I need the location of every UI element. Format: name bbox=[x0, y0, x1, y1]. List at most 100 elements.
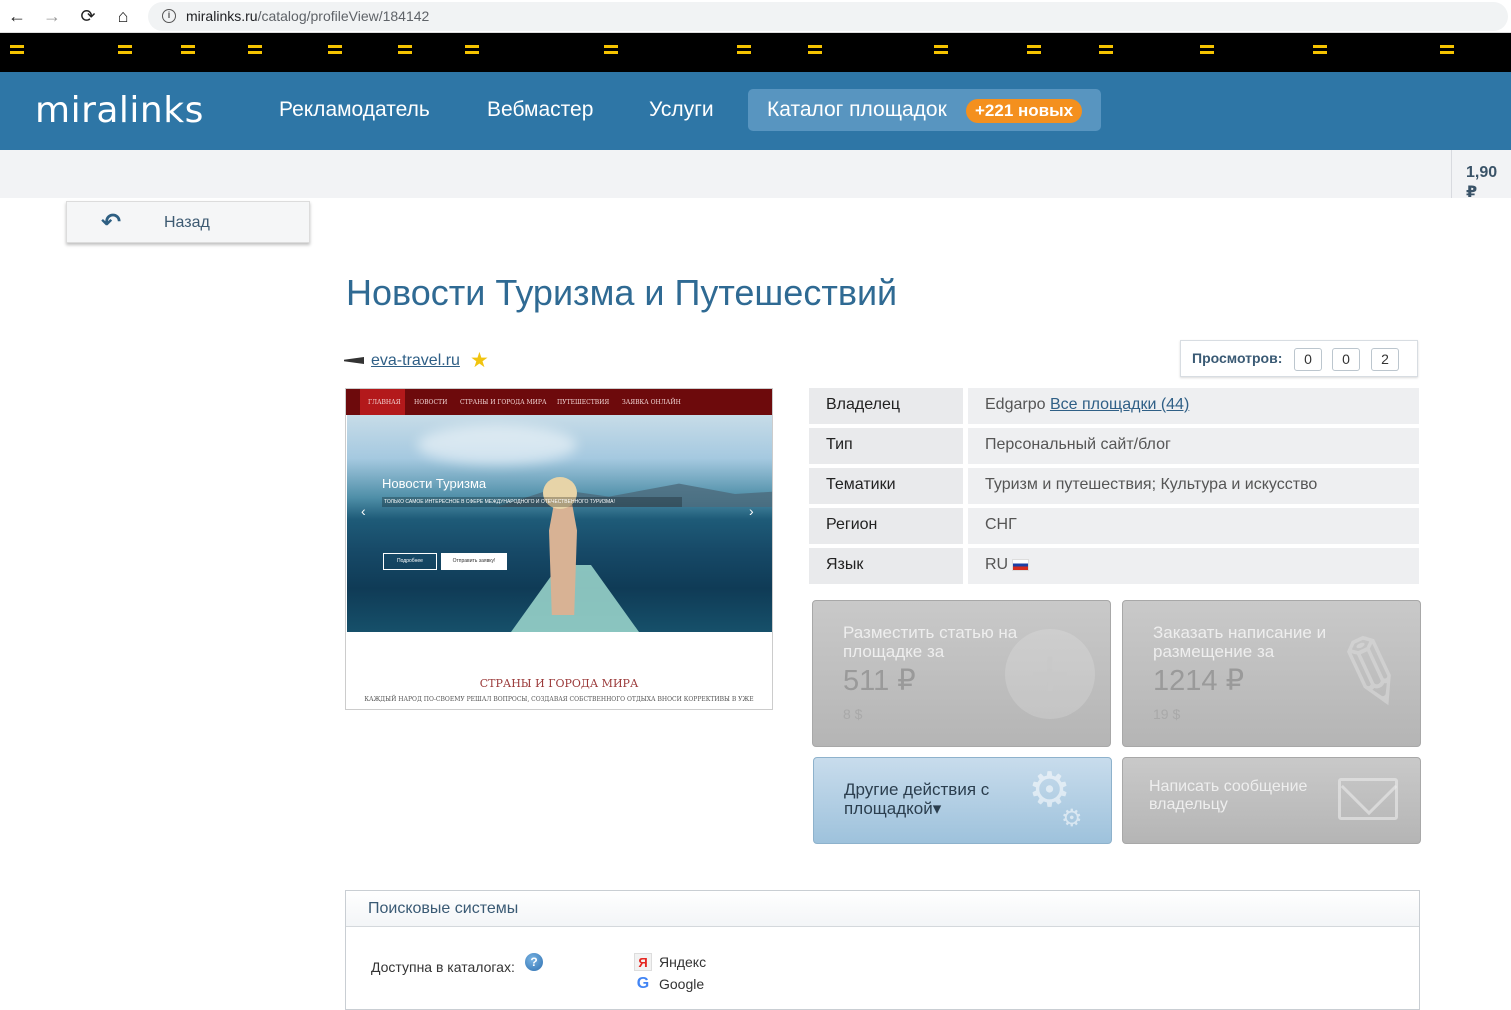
info-value: СНГ bbox=[968, 508, 1419, 544]
site-domain-link[interactable]: eva-travel.ru bbox=[371, 352, 460, 370]
order-writing-usd: 19 $ bbox=[1153, 706, 1181, 722]
other-actions-title: Другие действия с площадкой▾ bbox=[844, 780, 990, 818]
preview-prev-arrow-icon: ‹ bbox=[361, 503, 366, 519]
site-info-icon[interactable]: i bbox=[162, 9, 176, 23]
back-button-label: Назад bbox=[164, 214, 210, 231]
bookmark-icon[interactable] bbox=[1440, 45, 1454, 61]
other-actions-button[interactable]: ⚙ ⚙ Другие действия с площадкой▾ bbox=[813, 757, 1112, 844]
yandex-icon: Я bbox=[634, 953, 652, 971]
owner-name: Edgarpo bbox=[985, 396, 1046, 413]
order-writing-title: Заказать написание и размещение за bbox=[1153, 623, 1327, 661]
views-count: 0 bbox=[1294, 348, 1322, 371]
bookmark-icon[interactable] bbox=[1313, 45, 1327, 61]
bookmark-icon[interactable] bbox=[737, 45, 751, 61]
preview-next-arrow-icon: › bbox=[749, 503, 754, 519]
nav-services[interactable]: Услуги bbox=[649, 98, 714, 122]
back-button[interactable]: ↶ Назад bbox=[66, 201, 310, 243]
bookmark-icon[interactable] bbox=[1200, 45, 1214, 61]
nav-webmaster[interactable]: Вебмастер bbox=[487, 98, 593, 122]
bookmark-icon[interactable] bbox=[118, 45, 132, 61]
views-count: 0 bbox=[1332, 348, 1360, 371]
page-title: Новости Туризма и Путешествий bbox=[346, 272, 898, 313]
star-icon[interactable]: ★ bbox=[470, 348, 489, 373]
preview-section-title: СТРАНЫ И ГОРОДА МИРА bbox=[479, 677, 639, 690]
small-gear-icon: ⚙ bbox=[1061, 805, 1083, 832]
sub-header-bar: 1,90 ₽ bbox=[0, 150, 1511, 201]
bookmark-icon[interactable] bbox=[1027, 45, 1041, 61]
views-label: Просмотров: bbox=[1192, 350, 1283, 366]
nav-catalog[interactable]: Каталог площадок +221 новых bbox=[748, 89, 1101, 131]
google-icon: G bbox=[636, 975, 650, 992]
place-article-price: 511 ₽ bbox=[843, 665, 916, 697]
url-host: miralinks.ru bbox=[186, 8, 258, 24]
bookmark-icon[interactable] bbox=[248, 45, 262, 61]
bookmark-icon[interactable] bbox=[934, 45, 948, 61]
bookmark-icon[interactable] bbox=[808, 45, 822, 61]
all-sites-link[interactable]: Все площадки (44) bbox=[1050, 396, 1189, 413]
preview-nav: ГЛАВНАЯ НОВОСТИ СТРАНЫ И ГОРОДА МИРА ПУТ… bbox=[346, 389, 772, 415]
language-code: RU bbox=[985, 556, 1009, 573]
info-key: Регион bbox=[809, 508, 963, 544]
url-text[interactable]: miralinks.ru/catalog/profileView/184142 bbox=[186, 8, 429, 24]
search-engines-title: Поисковые системы bbox=[368, 900, 519, 917]
new-sites-badge: +221 новых bbox=[966, 99, 1083, 123]
preview-nav-item: ПУТЕШЕСТВИЯ bbox=[557, 399, 610, 406]
site-screenshot[interactable]: ГЛАВНАЯ НОВОСТИ СТРАНЫ И ГОРОДА МИРА ПУТ… bbox=[345, 388, 773, 710]
info-key: Язык bbox=[809, 548, 963, 584]
home-icon[interactable]: ⌂ bbox=[111, 5, 135, 27]
site-header: miralinks Рекламодатель Вебмастер Услуги… bbox=[0, 72, 1511, 150]
preview-more-button: Подробнее bbox=[383, 553, 437, 570]
info-value: Туризм и путешествия; Культура и искусст… bbox=[968, 468, 1419, 504]
bookmark-icon[interactable] bbox=[1099, 45, 1113, 61]
preview-hero-image: Новости Туризма ТОЛЬКО САМОЕ ИНТЕРЕСНОЕ … bbox=[347, 415, 772, 632]
info-row-type: Тип Персональный сайт/блог bbox=[809, 428, 1419, 464]
place-article-usd: 8 $ bbox=[843, 706, 863, 722]
available-in-catalogs-label: Доступна в каталогах: bbox=[371, 959, 515, 975]
preview-hero-subtitle: ТОЛЬКО САМОЕ ИНТЕРЕСНОЕ В СФЕРЕ МЕЖДУНАР… bbox=[382, 497, 682, 507]
preview-hero-title: Новости Туризма bbox=[382, 476, 487, 491]
search-engines-panel: Поисковые системы Доступна в каталогах: … bbox=[345, 890, 1420, 1010]
info-row-language: Язык RU bbox=[809, 548, 1419, 584]
bookmark-icon[interactable] bbox=[328, 45, 342, 61]
info-row-owner: Владелец Edgarpo Все площадки (44) bbox=[809, 388, 1419, 424]
preview-nav-item: СТРАНЫ И ГОРОДА МИРА bbox=[460, 399, 547, 406]
url-path: /catalog/profileView/184142 bbox=[257, 8, 430, 24]
message-owner-button[interactable]: Написать сообщение владельцу bbox=[1122, 757, 1421, 844]
place-article-title: Разместить статью на площадке за bbox=[843, 623, 1018, 661]
undo-arrow-icon: ↶ bbox=[101, 209, 122, 236]
info-row-topics: Тематики Туризм и путешествия; Культура … bbox=[809, 468, 1419, 504]
info-value: Edgarpo Все площадки (44) bbox=[968, 388, 1419, 424]
info-key: Владелец bbox=[809, 388, 963, 424]
site-favicon-icon bbox=[344, 357, 364, 364]
address-bar[interactable]: i miralinks.ru/catalog/profileView/18414… bbox=[148, 2, 1508, 31]
place-article-button[interactable]: + Разместить статью на площадке за 511 ₽… bbox=[812, 600, 1111, 747]
nav-advertiser[interactable]: Рекламодатель bbox=[279, 98, 430, 122]
preview-nav-item: ЗАЯВКА ОНЛАЙН bbox=[622, 399, 681, 406]
envelope-icon bbox=[1338, 758, 1398, 820]
site-logo[interactable]: miralinks bbox=[35, 90, 204, 131]
info-key: Тематики bbox=[809, 468, 963, 504]
bookmark-icon[interactable] bbox=[398, 45, 412, 61]
back-arrow-icon[interactable]: ← bbox=[5, 5, 29, 27]
order-writing-price: 1214 ₽ bbox=[1153, 665, 1245, 697]
info-row-region: Регион СНГ bbox=[809, 508, 1419, 544]
engine-name: Google bbox=[659, 976, 705, 992]
info-value: RU bbox=[968, 548, 1419, 584]
views-counter: Просмотров: 0 0 2 bbox=[1180, 340, 1418, 377]
russia-flag-icon bbox=[1012, 559, 1030, 571]
bookmark-icon[interactable] bbox=[181, 45, 195, 61]
balance-widget[interactable]: 1,90 ₽ bbox=[1451, 150, 1511, 201]
preview-nav-item: НОВОСТИ bbox=[414, 399, 448, 406]
nav-catalog-label: Каталог площадок bbox=[767, 98, 947, 121]
bookmark-icon[interactable] bbox=[604, 45, 618, 61]
bookmark-icon[interactable] bbox=[10, 45, 24, 61]
reload-icon[interactable]: ⟳ bbox=[76, 5, 100, 27]
bookmark-icon[interactable] bbox=[465, 45, 479, 61]
order-writing-button[interactable]: ✎ Заказать написание и размещение за 121… bbox=[1122, 600, 1421, 747]
help-icon[interactable]: ? bbox=[525, 953, 543, 971]
preview-send-button: Отправить заявку! bbox=[441, 553, 507, 570]
engine-name: Яндекс bbox=[659, 954, 707, 970]
preview-section-text: КАЖДЫЙ НАРОД ПО-СВОЕМУ РЕШАЛ ВОПРОСЫ, СО… bbox=[364, 696, 754, 703]
forward-arrow-icon[interactable]: → bbox=[40, 5, 64, 27]
browser-toolbar: ← → ⟳ ⌂ i miralinks.ru/catalog/profileVi… bbox=[0, 0, 1511, 33]
